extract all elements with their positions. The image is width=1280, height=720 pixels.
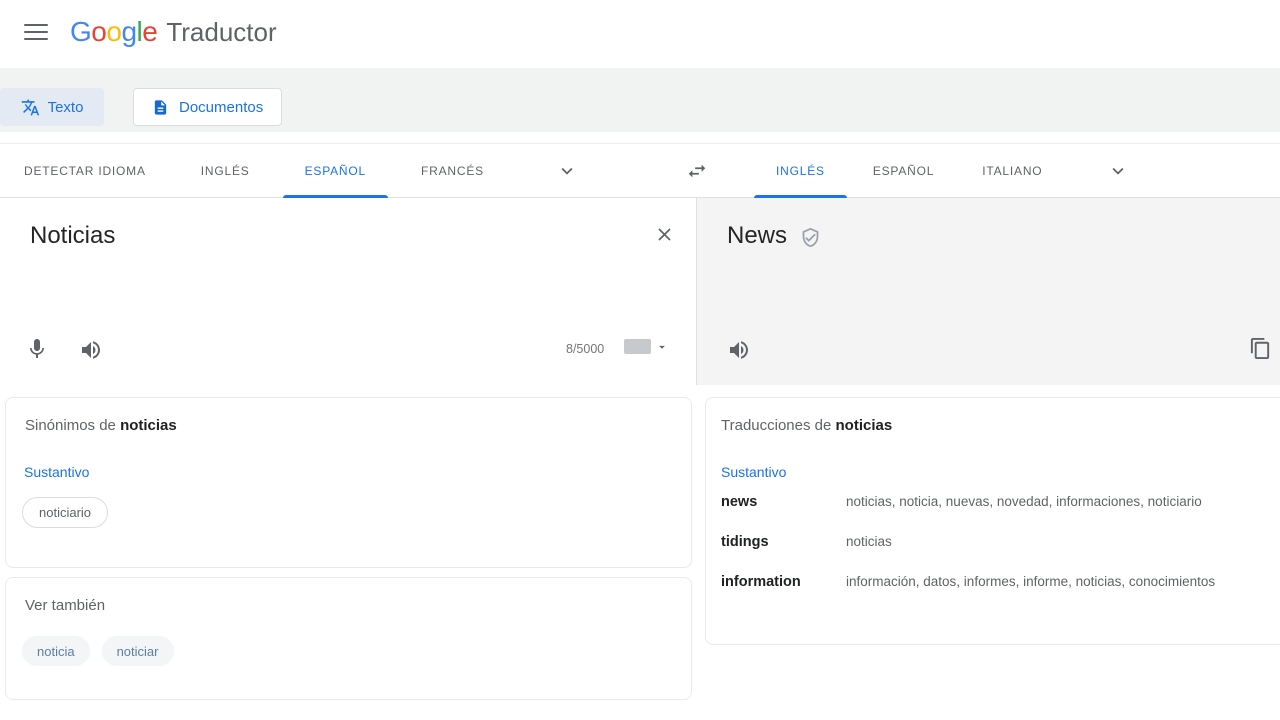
see-also-title: Ver también [25, 597, 105, 614]
source-lang-spanish-selected[interactable]: ESPAÑOL [305, 144, 366, 198]
toolbar-band: Texto Documentos [0, 68, 1280, 132]
see-also-chip[interactable]: noticiar [102, 636, 174, 666]
translate-icon [21, 98, 40, 117]
logo-letter: o [91, 16, 106, 47]
translation-table-row[interactable]: news noticias, noticia, nuevas, novedad,… [721, 494, 1278, 534]
translation-table-row[interactable]: information información, datos, informes… [721, 574, 1278, 614]
target-lang-english-selected[interactable]: INGLÉS [776, 144, 825, 198]
language-bar: DETECTAR IDIOMA INGLÉS ESPAÑOL FRANCÉS I… [0, 143, 1280, 198]
tab-text[interactable]: Texto [0, 88, 104, 126]
source-language-tabs: DETECTAR IDIOMA INGLÉS ESPAÑOL FRANCÉS [24, 144, 578, 198]
source-lang-english[interactable]: INGLÉS [201, 144, 250, 198]
see-also-chips: noticia noticiar [22, 636, 174, 666]
virtual-keyboard-button[interactable] [624, 339, 669, 354]
google-logo-word: Google [70, 16, 157, 48]
synonym-chip[interactable]: noticiario [22, 497, 108, 528]
target-more-languages-chevron-down-icon[interactable] [1107, 144, 1129, 198]
source-lang-detect[interactable]: DETECTAR IDIOMA [24, 144, 146, 198]
part-of-speech-label: Sustantivo [721, 464, 786, 480]
translation-values: noticias [846, 534, 892, 549]
see-also-chip[interactable]: noticia [22, 636, 90, 666]
source-lang-french[interactable]: FRANCÉS [421, 144, 484, 198]
target-language-tabs: INGLÉS ESPAÑOL ITALIANO [686, 144, 1129, 198]
translation-word[interactable]: information [721, 574, 846, 590]
translations-title-word: noticias [836, 417, 893, 434]
translation-panel: News [697, 198, 1280, 385]
translations-table: news noticias, noticia, nuevas, novedad,… [721, 494, 1278, 614]
synonyms-title-word: noticias [120, 417, 177, 434]
translation-text: News [727, 222, 787, 250]
logo-letter: e [142, 16, 157, 47]
clear-source-close-icon[interactable] [650, 220, 678, 248]
tab-text-label: Texto [48, 99, 84, 116]
keyboard-caret-down-icon [655, 340, 669, 354]
see-also-card: Ver también noticia noticiar [5, 577, 692, 700]
source-more-languages-chevron-down-icon[interactable] [556, 144, 578, 198]
target-lang-spanish[interactable]: ESPAÑOL [873, 144, 934, 198]
translation-word[interactable]: tidings [721, 534, 846, 550]
hamburger-menu-icon[interactable] [24, 20, 52, 44]
google-logo[interactable]: Google Traductor [70, 16, 277, 48]
translation-word[interactable]: news [721, 494, 846, 510]
translate-panels: Noticias 8/5000 News [0, 198, 1280, 385]
synonyms-title-prefix: Sinónimos de [25, 417, 116, 434]
microphone-icon[interactable] [25, 337, 49, 361]
tab-documents-label: Documentos [179, 99, 263, 116]
synonyms-card: Sinónimos de noticias Sustantivo noticia… [5, 397, 692, 568]
logo-letter: G [70, 16, 91, 47]
character-counter: 8/5000 [566, 342, 604, 356]
listen-translation-speaker-icon[interactable] [727, 338, 751, 362]
translations-title-prefix: Traducciones de [721, 417, 831, 434]
translations-card: Traducciones de noticias Sustantivo news… [705, 397, 1280, 645]
document-icon [152, 99, 169, 116]
header: Google Traductor [0, 0, 1280, 68]
verified-translation-shield-icon [800, 227, 821, 248]
target-lang-italian[interactable]: ITALIANO [982, 144, 1042, 198]
translation-row: News [727, 222, 821, 250]
product-name: Traductor [166, 17, 276, 48]
logo-letter: g [121, 16, 136, 47]
keyboard-icon [624, 339, 651, 354]
google-translate-app: Google Traductor Texto Documentos DETECT… [0, 0, 1280, 720]
source-text-panel: Noticias 8/5000 [0, 198, 697, 385]
swap-languages-icon[interactable] [686, 144, 708, 198]
copy-translation-icon[interactable] [1249, 337, 1272, 360]
translation-values: noticias, noticia, nuevas, novedad, info… [846, 494, 1202, 509]
translation-table-row[interactable]: tidings noticias [721, 534, 1278, 574]
part-of-speech-label: Sustantivo [24, 464, 89, 480]
translation-values: información, datos, informes, informe, n… [846, 574, 1215, 589]
tab-documents[interactable]: Documentos [133, 88, 282, 126]
synonyms-title: Sinónimos de noticias [25, 417, 177, 434]
listen-source-speaker-icon[interactable] [79, 338, 103, 362]
logo-letter: o [106, 16, 121, 47]
source-text-input[interactable]: Noticias [30, 222, 115, 250]
synonym-chips: noticiario [22, 497, 108, 528]
translations-title: Traducciones de noticias [721, 417, 892, 434]
